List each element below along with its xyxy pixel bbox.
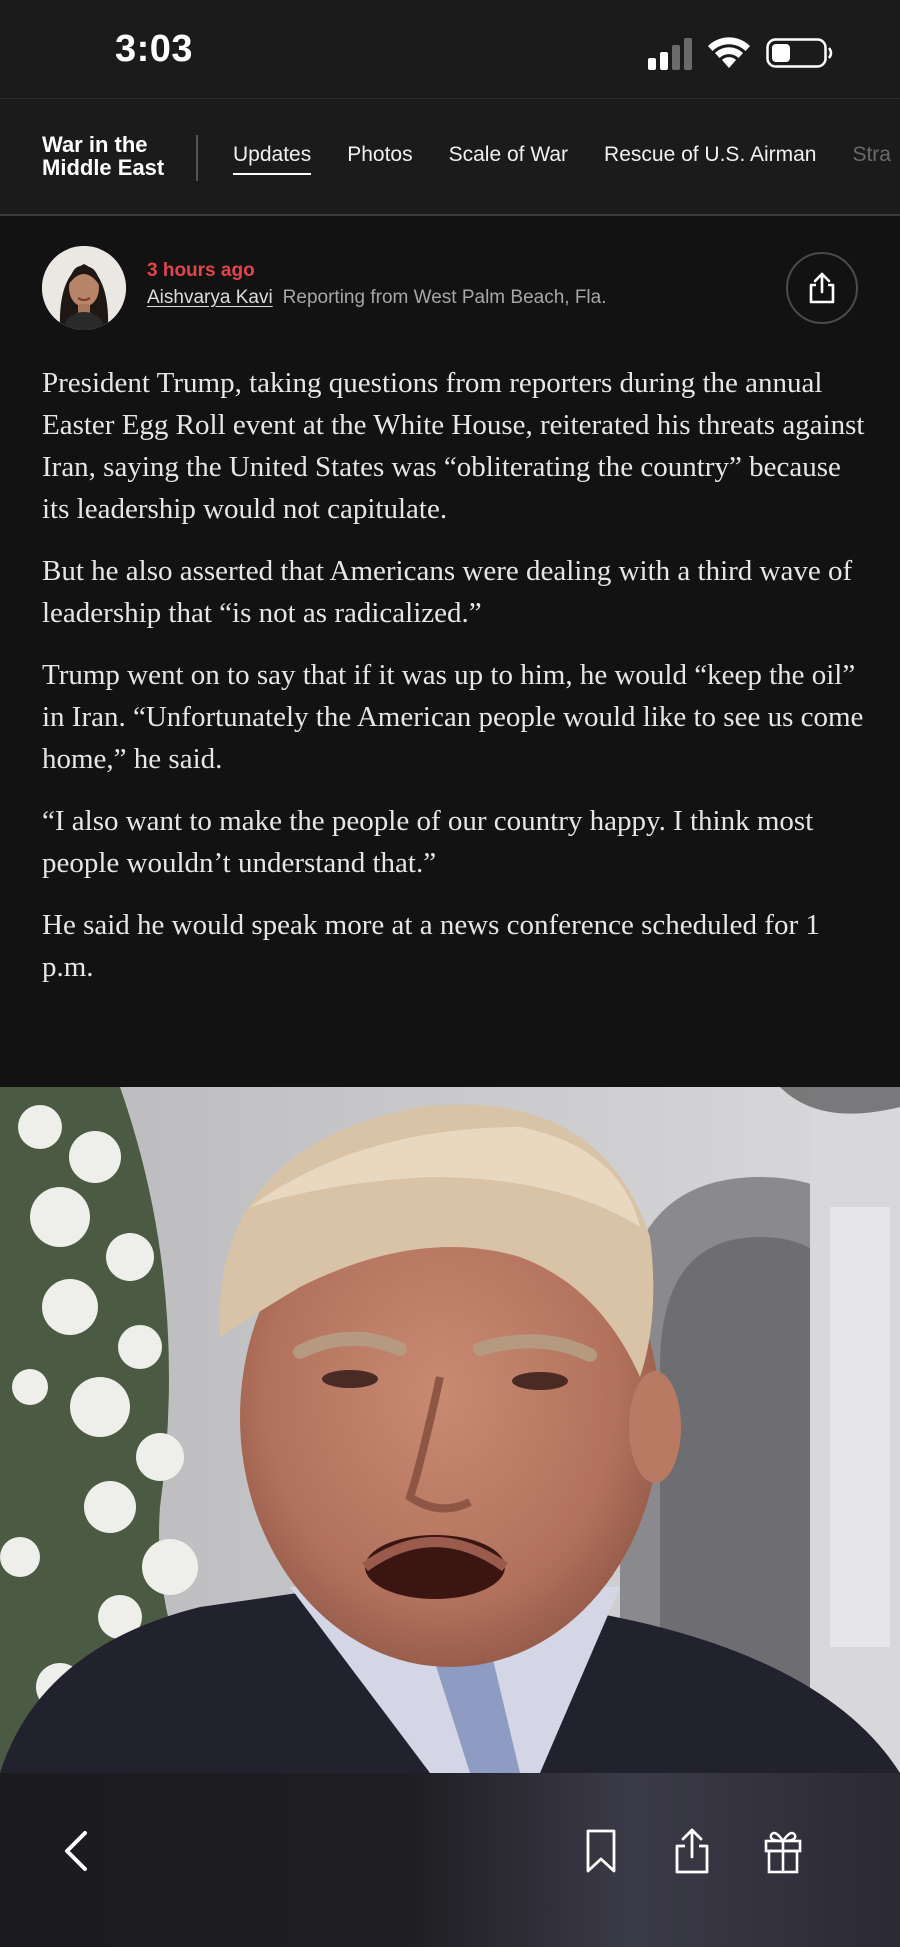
section-nav: War in the Middle East Updates Photos Scal… [0, 98, 900, 216]
paragraph: “I also want to make the people of our c… [42, 805, 814, 879]
reporting-location: Reporting from West Palm Beach, Fla. [282, 287, 607, 308]
tab-photos[interactable]: Photos [347, 143, 412, 171]
cellular-signal-icon [648, 38, 692, 70]
author-portrait-image [42, 246, 126, 330]
bookmark-button[interactable] [573, 1823, 629, 1879]
gift-icon [764, 1831, 802, 1874]
bookmark-icon [586, 1829, 616, 1873]
gift-article-button[interactable] [755, 1823, 811, 1879]
author-avatar[interactable] [42, 246, 126, 330]
nav-divider [196, 135, 198, 181]
wifi-icon [708, 37, 750, 68]
tab-scale-of-war[interactable]: Scale of War [449, 143, 568, 171]
timestamp: 3 hours ago [147, 260, 255, 281]
share-post-button[interactable] [786, 252, 858, 324]
back-button[interactable] [48, 1823, 104, 1879]
section-title[interactable]: War in the Middle East [42, 133, 202, 179]
author-link[interactable]: Aishvarya Kavi [147, 287, 273, 308]
article-page: 3:03 War in the Middle East Updates Photo… [0, 0, 900, 1947]
share-icon [809, 272, 835, 304]
bottom-toolbar [0, 1773, 900, 1947]
battery-icon [766, 38, 833, 68]
tab-rescue-of-us-airman[interactable]: Rescue of U.S. Airman [604, 143, 816, 171]
nav-tabs: Updates Photos Scale of War Rescue of U.S. … [233, 143, 900, 175]
share-button[interactable] [664, 1823, 720, 1879]
article-video-image[interactable] [0, 1087, 900, 1773]
byline: Aishvarya Kavi Reporting from West Palm B… [147, 287, 607, 309]
paragraph: But he also asserted that Americans were… [42, 555, 853, 629]
share-icon [675, 1828, 709, 1874]
press-photo [0, 1087, 900, 1773]
tab-stra[interactable]: Stra [852, 143, 891, 171]
paragraph: Trump went on to say that if it was up t… [42, 659, 864, 775]
status-time: 3:03 [115, 28, 194, 70]
article-body: President Trump, taking questions from r… [42, 362, 872, 1008]
chevron-left-icon [65, 1831, 87, 1871]
paragraph: President Trump, taking questions from r… [42, 367, 865, 525]
paragraph: He said he would speak more at a news co… [42, 909, 820, 983]
status-bar: 3:03 [0, 0, 900, 98]
tab-updates[interactable]: Updates [233, 143, 312, 175]
